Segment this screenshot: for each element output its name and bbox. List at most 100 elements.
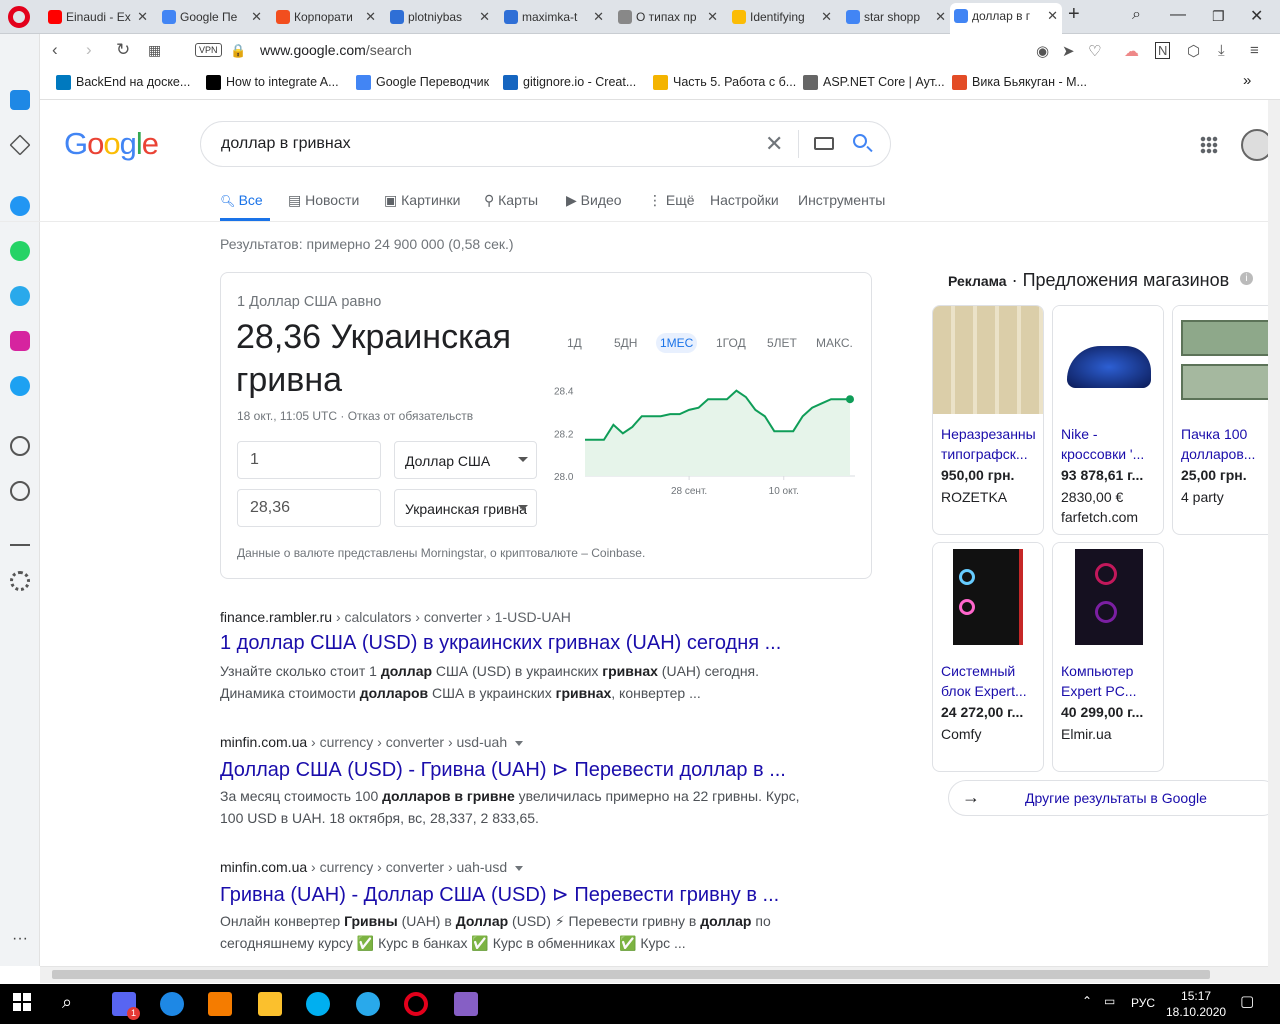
close-tab-icon[interactable]: ✕ <box>707 4 718 30</box>
browser-tab[interactable]: Корпорати ✕ <box>272 4 380 30</box>
browser-tab[interactable]: Einaudi - Ex ✕ <box>44 4 152 30</box>
close-tab-icon[interactable]: ✕ <box>137 4 148 30</box>
bookmark-item[interactable]: gitignore.io - Creat... <box>503 75 636 90</box>
explorer-folder-icon[interactable] <box>258 992 282 1016</box>
home-icon[interactable] <box>10 90 30 110</box>
bookmark-item[interactable]: ASP.NET Core | Аут... <box>803 75 945 90</box>
cube-icon[interactable]: ⬡ <box>1187 42 1200 60</box>
range-5y[interactable]: 5ЛЕТ <box>763 333 801 353</box>
telegram-icon[interactable] <box>10 286 30 306</box>
bookmark-item[interactable]: Google Переводчик <box>356 75 489 90</box>
bookmark-item[interactable]: Вика Бьякуган - М... <box>952 75 1087 90</box>
favorites-heart-icon[interactable] <box>10 436 30 456</box>
horizontal-scroll-thumb[interactable] <box>52 970 1210 979</box>
product-name[interactable]: Пачка 100 долларов... <box>1181 424 1279 464</box>
product-card[interactable]: Пачка 100 долларов... 25,00 грн. 4 party <box>1172 305 1280 535</box>
search-tabs-icon[interactable]: ⌕ <box>1132 6 1141 24</box>
tab-images[interactable]: ▣ Картинки <box>384 192 460 209</box>
close-tab-icon[interactable]: ✕ <box>935 4 946 30</box>
result-title-link[interactable]: Гривна (UAH) - Доллар США (USD) ⊳ Переве… <box>220 882 779 907</box>
bookmarks-overflow-icon[interactable]: » <box>1243 72 1251 89</box>
taskbar-search-icon[interactable]: ⌕ <box>62 992 86 1016</box>
bookmark-item[interactable]: How to integrate A... <box>206 75 339 90</box>
browser-tab[interactable]: О типах пр ✕ <box>614 4 722 30</box>
url-field[interactable]: www.google.com/search <box>260 42 412 58</box>
close-tab-icon[interactable]: ✕ <box>821 4 832 30</box>
info-icon[interactable]: i <box>1240 272 1253 285</box>
tab-maps[interactable]: ⚲ Карты <box>484 192 538 209</box>
download-icon[interactable]: ⤓ <box>1218 42 1225 59</box>
twitter-icon[interactable] <box>10 376 30 396</box>
product-card[interactable]: Системный блок Expert... 24 272,00 г... Co… <box>932 542 1044 772</box>
opera-taskbar-icon[interactable] <box>404 992 428 1016</box>
range-max[interactable]: МАКС. <box>812 333 857 353</box>
network-icon[interactable]: ▭ <box>1104 994 1115 1008</box>
downloads-icon[interactable] <box>10 526 30 546</box>
windows-start-icon[interactable] <box>12 992 36 1016</box>
tab-news[interactable]: ▤ Новости <box>288 192 359 209</box>
visual-studio-icon[interactable] <box>454 992 478 1016</box>
browser-tab[interactable]: star shopp ✕ <box>842 4 950 30</box>
reload-icon[interactable]: ↻ <box>116 40 130 60</box>
search-icon[interactable] <box>853 134 867 148</box>
google-apps-icon[interactable] <box>1200 136 1218 154</box>
sublime-icon[interactable] <box>208 992 232 1016</box>
clear-search-icon[interactable]: ✕ <box>765 131 783 157</box>
rate-chart[interactable]: 28.4 28.2 28.0 28 сент. 10 окт. <box>545 370 865 500</box>
result-title-link[interactable]: 1 доллар США (USD) в украинских гривнах … <box>220 632 781 655</box>
product-card[interactable]: Неразрезанны типографск... 950,00 грн. ROZ… <box>932 305 1044 535</box>
whatsapp-icon[interactable] <box>10 241 30 261</box>
vertical-scrollbar[interactable] <box>1268 100 1280 983</box>
more-results-label[interactable]: Другие результаты в Google <box>1025 790 1207 806</box>
product-name[interactable]: Неразрезанны типографск... <box>941 424 1039 464</box>
amount-to-input[interactable]: 28,36 <box>237 489 381 527</box>
bookmarks-icon[interactable] <box>9 134 31 156</box>
maximize-icon[interactable]: ❐ <box>1212 8 1225 25</box>
browser-tab[interactable]: maximka-t ✕ <box>500 4 608 30</box>
result-title-link[interactable]: Доллар США (USD) - Гривна (UAH) ⊳ Переве… <box>220 757 786 782</box>
messenger-icon[interactable] <box>10 196 30 216</box>
close-tab-icon[interactable]: ✕ <box>365 4 376 30</box>
tab-all[interactable]: 🔍︎ Все <box>220 192 263 208</box>
range-5d[interactable]: 5ДН <box>610 333 641 353</box>
extension-n-icon[interactable]: N <box>1155 42 1171 59</box>
google-logo[interactable]: Google <box>64 126 159 162</box>
close-tab-icon[interactable]: ✕ <box>251 4 262 30</box>
product-card[interactable]: Nike - кроссовки '... 93 878,61 г... 2830,… <box>1052 305 1164 535</box>
currency-to-select[interactable]: Украинская гривна <box>394 489 537 527</box>
browser-tab[interactable]: Google Пе ✕ <box>158 4 266 30</box>
discord-icon[interactable]: 1 <box>112 992 140 1020</box>
tab-tools[interactable]: Инструменты <box>798 192 885 208</box>
language-indicator[interactable]: РУС <box>1131 996 1155 1010</box>
notifications-icon[interactable]: ▢ <box>1240 992 1254 1010</box>
instagram-icon[interactable] <box>10 331 30 351</box>
currency-from-select[interactable]: Доллар США <box>394 441 537 479</box>
product-name[interactable]: Nike - кроссовки '... <box>1061 424 1159 464</box>
opera-logo-icon[interactable] <box>8 6 30 28</box>
close-tab-icon[interactable]: ✕ <box>1047 3 1058 29</box>
speed-dial-icon[interactable]: ▦ <box>148 42 161 59</box>
product-name[interactable]: Компьютер Expert PC... <box>1061 661 1159 701</box>
range-1d[interactable]: 1Д <box>563 333 586 353</box>
settings-gear-icon[interactable] <box>10 571 30 591</box>
browser-tab[interactable]: доллар в г ✕ <box>950 3 1062 34</box>
heart-icon[interactable]: ♡ <box>1088 42 1101 60</box>
browser-tab[interactable]: Identifying ✕ <box>728 4 836 30</box>
bookmark-item[interactable]: Часть 5. Работа с б... <box>653 75 796 90</box>
vpn-badge[interactable]: VPN <box>195 43 222 57</box>
range-1m[interactable]: 1МЕС <box>656 333 698 353</box>
product-card[interactable]: Компьютер Expert PC... 40 299,00 г... Elmi… <box>1052 542 1164 772</box>
amount-from-input[interactable]: 1 <box>237 441 381 479</box>
browser-tab[interactable]: plotniybas ✕ <box>386 4 494 30</box>
close-tab-icon[interactable]: ✕ <box>593 4 604 30</box>
tab-video[interactable]: ▶ Видео <box>566 192 622 209</box>
product-name[interactable]: Системный блок Expert... <box>941 661 1039 701</box>
send-icon[interactable]: ➤ <box>1062 42 1075 60</box>
maps-icon[interactable] <box>160 992 184 1016</box>
menu-icon[interactable]: ≡ <box>1250 42 1259 59</box>
cloud-icon[interactable]: ☁ <box>1124 42 1139 60</box>
search-input[interactable]: доллар в гривнах <box>221 135 351 153</box>
range-1y[interactable]: 1ГОД <box>712 333 750 353</box>
forward-icon[interactable]: › <box>86 40 92 60</box>
tray-chevron-icon[interactable]: ⌃ <box>1082 994 1092 1008</box>
